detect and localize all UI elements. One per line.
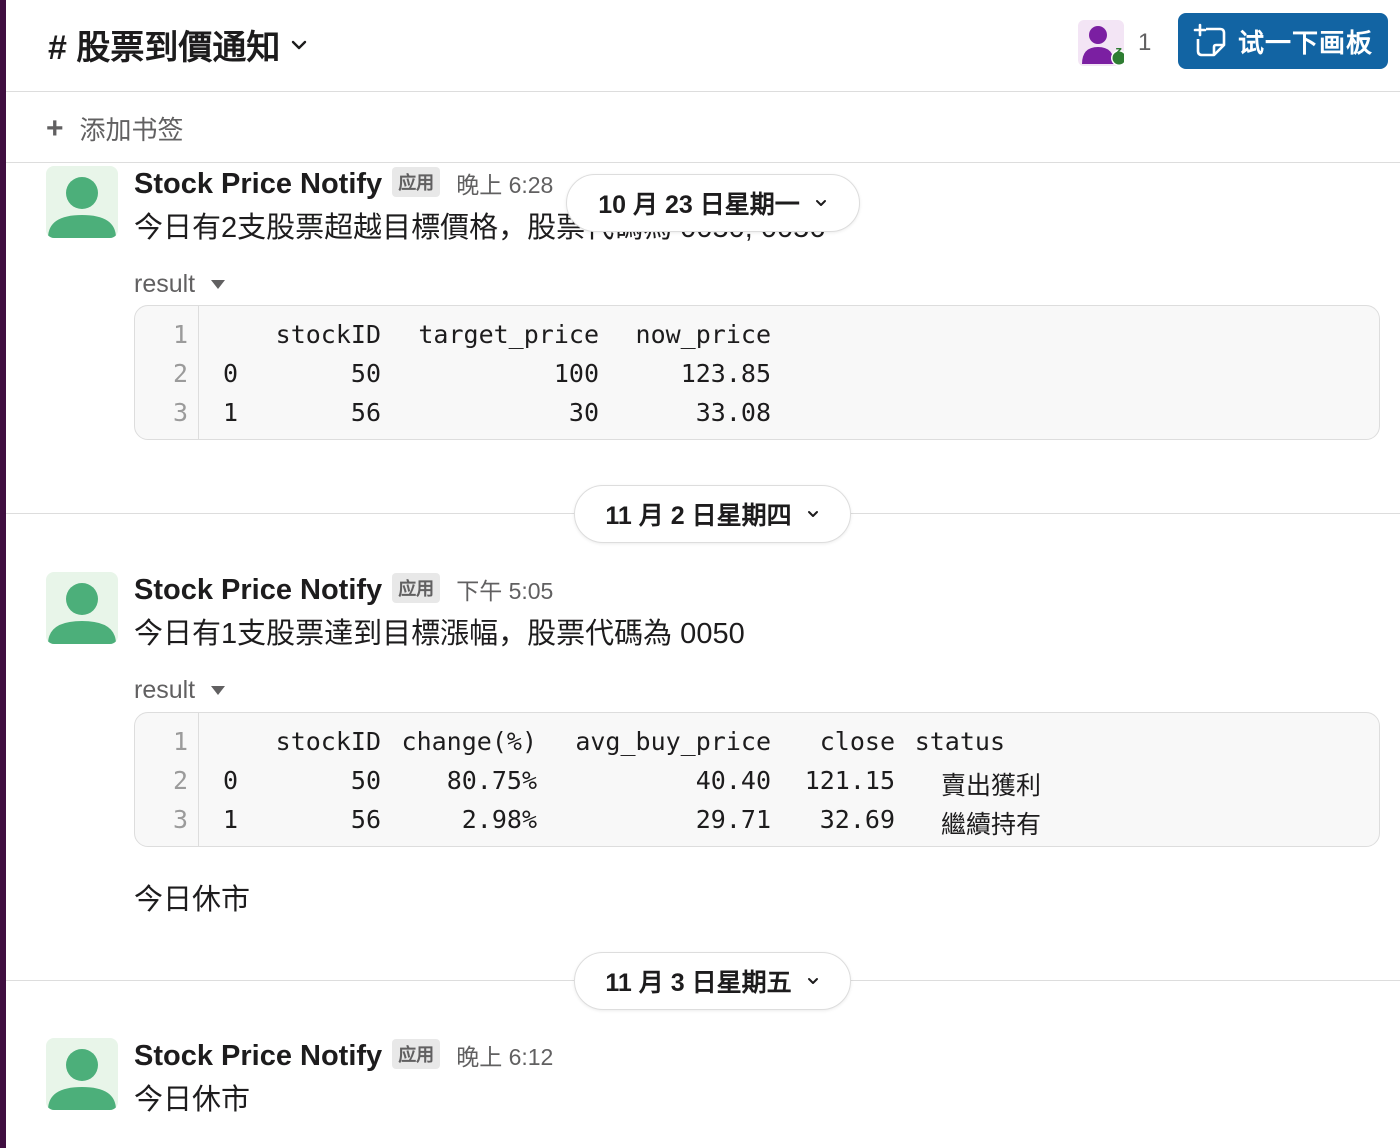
message-text: 今日休市: [134, 1084, 251, 1116]
message: Stock Price Notify 应用 晚上 6:12 今日休市: [46, 1038, 1386, 1138]
table-cell: 56: [350, 805, 381, 834]
date-label: 11 月 3 日星期五: [605, 969, 792, 997]
sender-name[interactable]: Stock Price Notify: [134, 168, 382, 201]
app-badge: 应用: [392, 573, 441, 603]
date-divider-button[interactable]: 11 月 2 日星期四: [574, 485, 851, 543]
table-cell: 33.08: [695, 398, 771, 427]
message: Stock Price Notify 应用 下午 5:05 今日有1支股票達到目…: [46, 572, 1386, 722]
caret-down-icon: [211, 280, 226, 289]
column-header: target_price: [418, 320, 599, 349]
table-cell: 100: [553, 359, 599, 388]
app-badge: 应用: [392, 167, 441, 197]
bot-avatar[interactable]: [46, 166, 118, 238]
bot-avatar[interactable]: [46, 1038, 118, 1110]
line-number-gutter: 1 2 3: [135, 306, 199, 439]
chevron-down-icon: [815, 200, 826, 206]
add-bookmark-label: 添加书签: [79, 115, 184, 145]
table-cell: 29.71: [695, 805, 771, 834]
row-index: 1: [223, 398, 239, 427]
line-number: 1: [172, 727, 188, 756]
row-index: 1: [223, 805, 239, 834]
date-label: 11 月 2 日星期四: [605, 502, 792, 530]
attachment-title: result: [134, 270, 196, 298]
bot-avatar[interactable]: [46, 572, 118, 644]
member-avatar: z: [1078, 20, 1127, 66]
row-index: 0: [223, 766, 239, 795]
message-text: 今日休市: [134, 884, 251, 916]
members-button[interactable]: z 1: [1078, 20, 1151, 66]
table-cell: 賣出獲利: [941, 771, 1042, 800]
chevron-down-icon: [292, 40, 307, 49]
column-header: status: [914, 727, 1005, 756]
svg-text:z: z: [1116, 44, 1122, 57]
table-cell: 80.75%: [446, 766, 537, 795]
chevron-down-icon: [807, 511, 818, 517]
line-number-gutter: 1 2 3: [135, 713, 199, 846]
column-header: close: [819, 727, 895, 756]
app-badge: 应用: [392, 1039, 441, 1069]
column-header: avg_buy_price: [575, 727, 771, 756]
date-label: 10 月 23 日星期一: [598, 191, 800, 219]
sender-name[interactable]: Stock Price Notify: [134, 574, 382, 607]
table-cell: 30: [568, 398, 599, 427]
table-cell: 50: [350, 359, 381, 388]
chevron-down-icon: [807, 978, 818, 984]
message-time[interactable]: 下午 5:05: [456, 572, 553, 606]
try-canvas-button[interactable]: 试一下画板: [1178, 13, 1388, 69]
table-cell: 繼續持有: [941, 810, 1042, 839]
date-divider-button[interactable]: 10 月 23 日星期一: [566, 174, 860, 232]
line-number: 3: [172, 398, 188, 427]
workspace-sidebar-edge: [0, 0, 6, 1148]
channel-title-button[interactable]: # 股票到價通知: [48, 20, 308, 69]
caret-down-icon: [211, 686, 226, 695]
member-count: 1: [1138, 29, 1152, 56]
channel-header: # 股票到價通知 z 1 试一下画板: [6, 0, 1400, 92]
message-time[interactable]: 晚上 6:28: [456, 166, 553, 200]
column-header: stockID: [275, 727, 381, 756]
line-number: 3: [172, 805, 188, 834]
sender-name[interactable]: Stock Price Notify: [134, 1040, 382, 1073]
column-header: change(%): [401, 727, 537, 756]
table-cell: 121.15: [804, 766, 895, 795]
canvas-icon: [1193, 23, 1226, 57]
line-number: 1: [172, 320, 188, 349]
add-bookmark-button[interactable]: + 添加书签: [46, 110, 184, 147]
row-index: 0: [223, 359, 239, 388]
column-header: stockID: [275, 320, 381, 349]
table-cell: 32.69: [819, 805, 895, 834]
code-block-1: 1 2 3 stockID target_price now_price 0 5…: [134, 305, 1380, 440]
table-cell: 123.85: [680, 359, 771, 388]
attachment-toggle[interactable]: result: [134, 676, 1384, 705]
code-block-2: 1 2 3 stockID change(%) avg_buy_price cl…: [134, 712, 1380, 847]
table-cell: 56: [350, 398, 381, 427]
channel-name: # 股票到價通知: [48, 29, 281, 67]
column-header: now_price: [635, 320, 771, 349]
attachment-title: result: [134, 676, 196, 704]
message-text: 今日有1支股票達到目標漲幅，股票代碼為 0050: [134, 618, 745, 650]
line-number: 2: [172, 766, 188, 795]
message-time[interactable]: 晚上 6:12: [456, 1038, 553, 1072]
date-divider-button[interactable]: 11 月 3 日星期五: [574, 952, 851, 1010]
line-number: 2: [172, 359, 188, 388]
table-cell: 2.98%: [461, 805, 537, 834]
try-canvas-label: 试一下画板: [1238, 27, 1374, 58]
table-cell: 50: [350, 766, 381, 795]
plus-icon: +: [46, 111, 64, 145]
table-cell: 40.40: [695, 766, 771, 795]
bookmark-bar: + 添加书签: [6, 92, 1400, 163]
attachment-toggle[interactable]: result: [134, 270, 1384, 299]
